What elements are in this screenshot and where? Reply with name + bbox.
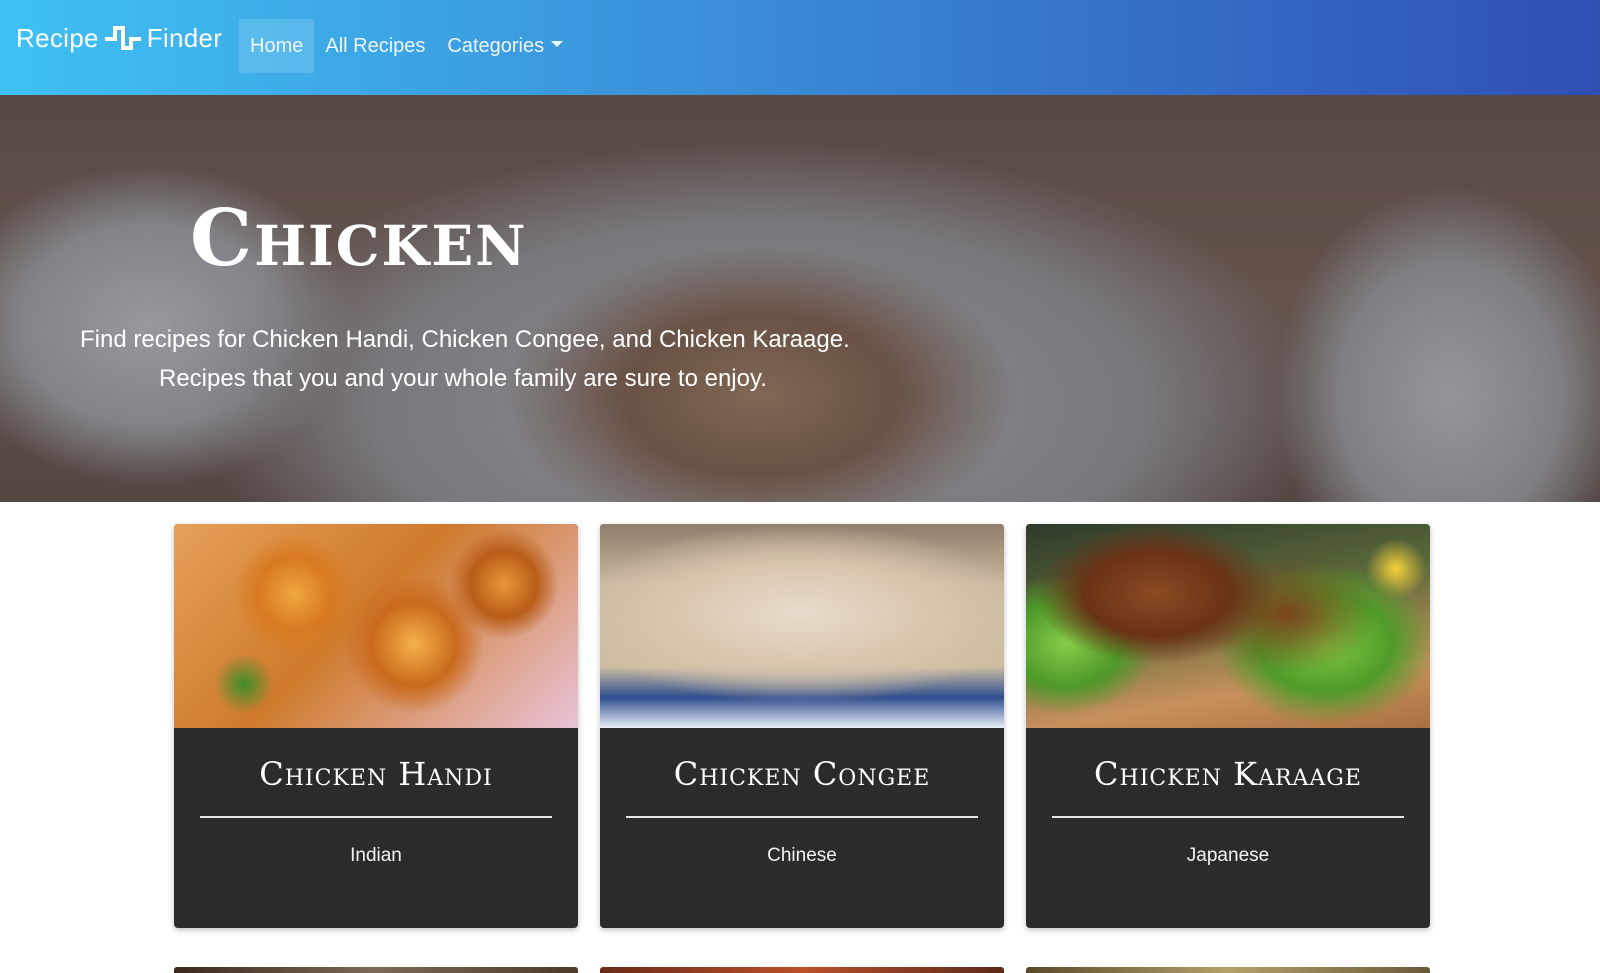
recipe-card-category: Japanese (1186, 845, 1270, 866)
hero-title: Chicken (190, 193, 528, 284)
nav-link-home-label: Home (250, 35, 304, 57)
recipe-card-peek[interactable] (1026, 967, 1430, 973)
recipe-card[interactable]: Chicken Karaage Japanese (1026, 524, 1430, 928)
hero-banner: Chicken Find recipes for Chicken Handi, … (0, 95, 1600, 502)
recipe-card-category: Chinese (767, 845, 837, 866)
hero-description-line2: Recipes that you and your whole family a… (159, 365, 767, 392)
recipe-card-title[interactable]: Chicken Handi (200, 754, 552, 794)
recipe-card-title[interactable]: Chicken Karaage (1052, 754, 1404, 794)
recipe-card-divider (200, 816, 552, 818)
caret-down-icon (551, 41, 564, 47)
brand-logo-link[interactable]: Recipe Finder (16, 20, 222, 56)
recipe-card-image[interactable] (600, 524, 1004, 728)
recipe-card[interactable]: Chicken Congee Chinese (600, 524, 1004, 928)
brand-text-finder: Finder (146, 22, 223, 53)
nav-dropdown-categories-label: Categories (447, 35, 545, 57)
recipe-card-body: Chicken Karaage Japanese (1026, 728, 1430, 868)
recipe-card-grid: Chicken Handi Indian Chicken Congee Chin… (174, 524, 1430, 928)
nav-link-home[interactable]: Home (239, 19, 315, 73)
next-card-row (174, 967, 1430, 973)
recipe-card-peek[interactable] (600, 967, 1004, 973)
top-navbar: Recipe Finder Home All Recipes Categorie… (0, 0, 1600, 95)
recipe-card-image[interactable] (174, 524, 578, 728)
hero-description-line1: Find recipes for Chicken Handi, Chicken … (80, 326, 850, 353)
recipe-card[interactable]: Chicken Handi Indian (174, 524, 578, 928)
recipe-card-divider (1052, 816, 1404, 818)
hero-description: Find recipes for Chicken Handi, Chicken … (80, 320, 900, 398)
recipe-card-title[interactable]: Chicken Congee (626, 754, 978, 794)
nav-link-all-recipes-label: All Recipes (325, 35, 426, 57)
recipe-card-image[interactable] (1026, 524, 1430, 728)
brand-text-recipe: Recipe (16, 22, 99, 53)
recipe-card-body: Chicken Handi Indian (174, 728, 578, 868)
nav-link-all-recipes[interactable]: All Recipes (314, 19, 436, 73)
recipe-card-category: Indian (350, 845, 402, 866)
recipe-card-divider (626, 816, 978, 818)
hero-overlay (0, 95, 1600, 502)
recipe-card-peek[interactable] (174, 967, 578, 973)
nav-links: Home All Recipes Categories (239, 19, 574, 73)
nav-dropdown-categories[interactable]: Categories (436, 19, 574, 73)
recipe-card-body: Chicken Congee Chinese (600, 728, 1004, 868)
pulse-step-icon (104, 26, 141, 50)
